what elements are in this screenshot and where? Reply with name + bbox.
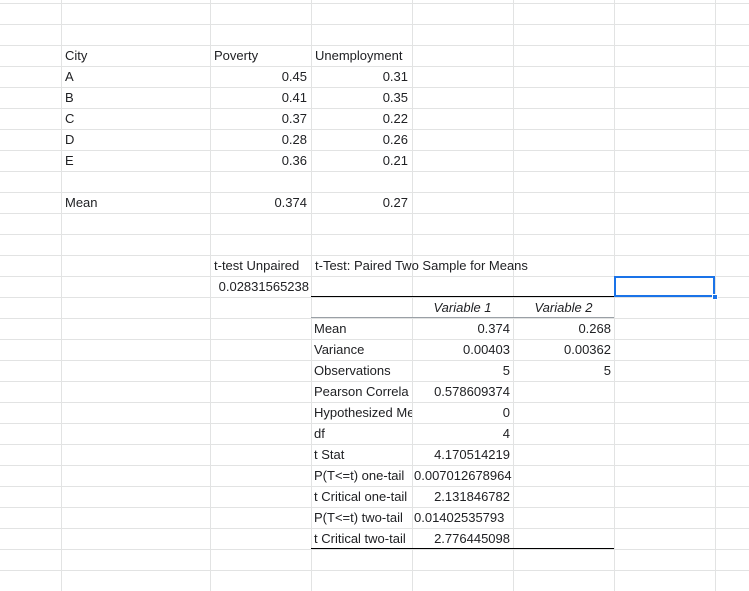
stat-label[interactable]: t Stat [311, 444, 412, 465]
fill-handle[interactable] [712, 294, 718, 300]
row-divider [0, 297, 749, 298]
poverty-cell[interactable]: 0.45 [210, 66, 311, 87]
spreadsheet-grid[interactable]: City Poverty Unemployment A 0.45 0.31 B … [0, 0, 749, 591]
stat-variable-1[interactable]: 4 [412, 423, 513, 444]
city-cell[interactable]: B [61, 87, 210, 108]
stat-variable-1[interactable]: 4.170514219 [412, 444, 513, 465]
row-divider [0, 570, 749, 571]
header-unemployment[interactable]: Unemployment [311, 45, 412, 66]
stat-variable-1[interactable]: 2.776445098 [412, 528, 513, 549]
stat-label[interactable]: Mean [311, 318, 412, 339]
stat-variable-2[interactable] [513, 507, 614, 528]
mean-label[interactable]: Mean [61, 192, 210, 213]
unemployment-cell[interactable]: 0.35 [311, 87, 412, 108]
poverty-cell[interactable]: 0.41 [210, 87, 311, 108]
stat-label[interactable]: P(T<=t) one-tail [311, 465, 412, 486]
stat-variable-2[interactable] [513, 465, 614, 486]
selected-cell[interactable] [614, 276, 715, 297]
row-divider [0, 549, 749, 550]
unemployment-cell[interactable]: 0.31 [311, 66, 412, 87]
poverty-cell[interactable]: 0.37 [210, 108, 311, 129]
stat-variable-2[interactable] [513, 486, 614, 507]
poverty-cell[interactable]: 0.36 [210, 150, 311, 171]
stat-variable-2[interactable] [513, 423, 614, 444]
stat-variable-2[interactable] [513, 528, 614, 549]
variable-1-header[interactable]: Variable 1 [412, 297, 513, 318]
ttest-unpaired-value[interactable]: 0.02831565238 [210, 276, 311, 297]
city-cell[interactable]: A [61, 66, 210, 87]
stat-label[interactable]: Variance [311, 339, 412, 360]
stat-variable-1[interactable]: 0.578609374 [412, 381, 513, 402]
stat-variable-1[interactable]: 5 [412, 360, 513, 381]
city-cell[interactable]: E [61, 150, 210, 171]
stat-variable-2[interactable]: 0.268 [513, 318, 614, 339]
ttest-unpaired-label[interactable]: t-test Unpaired [210, 255, 311, 276]
unemployment-cell[interactable]: 0.22 [311, 108, 412, 129]
paired-ttest-title[interactable]: t-Test: Paired Two Sample for Means [311, 255, 614, 276]
stat-variable-2[interactable]: 5 [513, 360, 614, 381]
row-divider [0, 24, 749, 25]
row-divider [0, 234, 749, 235]
stat-variable-1[interactable]: 2.131846782 [412, 486, 513, 507]
stat-variable-1[interactable]: 0.01402535793 [412, 507, 513, 528]
stat-label[interactable]: Hypothesized Me [311, 402, 412, 423]
unemployment-cell[interactable]: 0.21 [311, 150, 412, 171]
header-city[interactable]: City [61, 45, 210, 66]
header-poverty[interactable]: Poverty [210, 45, 311, 66]
stat-label[interactable]: P(T<=t) two-tail [311, 507, 412, 528]
mean-unemployment[interactable]: 0.27 [311, 192, 412, 213]
stat-variable-1[interactable]: 0.374 [412, 318, 513, 339]
stat-label[interactable]: df [311, 423, 412, 444]
row-divider [0, 171, 749, 172]
stat-variable-1[interactable]: 0.007012678964 [412, 465, 513, 486]
variable-2-header[interactable]: Variable 2 [513, 297, 614, 318]
city-cell[interactable]: D [61, 129, 210, 150]
row-divider [0, 3, 749, 4]
stat-variable-2[interactable]: 0.00362 [513, 339, 614, 360]
stat-variable-2[interactable] [513, 381, 614, 402]
table-bottom-rule [311, 548, 614, 549]
stat-label[interactable]: Observations [311, 360, 412, 381]
stat-variable-2[interactable] [513, 402, 614, 423]
row-divider [0, 213, 749, 214]
stat-variable-2[interactable] [513, 444, 614, 465]
stat-label[interactable]: t Critical two-tail [311, 528, 412, 549]
mean-poverty[interactable]: 0.374 [210, 192, 311, 213]
stat-variable-1[interactable]: 0 [412, 402, 513, 423]
unemployment-cell[interactable]: 0.26 [311, 129, 412, 150]
city-cell[interactable]: C [61, 108, 210, 129]
stat-label[interactable]: t Critical one-tail [311, 486, 412, 507]
stat-variable-1[interactable]: 0.00403 [412, 339, 513, 360]
stat-label[interactable]: Pearson Correla [311, 381, 412, 402]
poverty-cell[interactable]: 0.28 [210, 129, 311, 150]
